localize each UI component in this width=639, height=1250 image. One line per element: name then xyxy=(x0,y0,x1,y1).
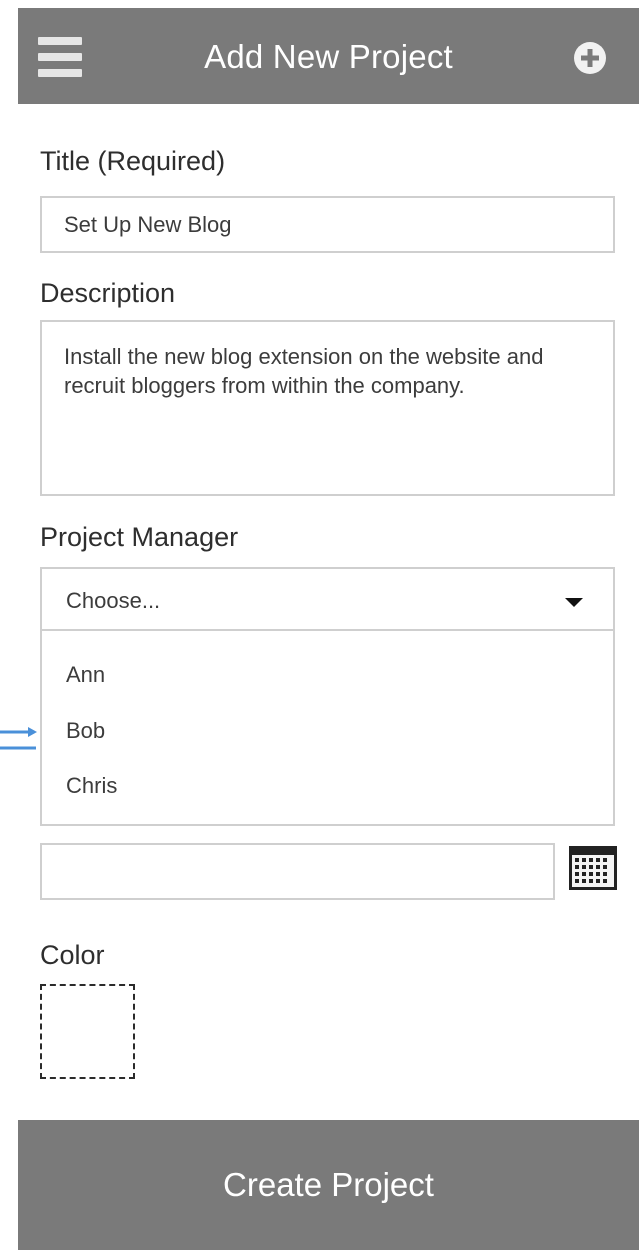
arrow-right-icon xyxy=(0,727,37,750)
plus-circle-icon[interactable] xyxy=(574,42,606,74)
date-input[interactable] xyxy=(40,843,555,900)
description-textarea[interactable]: Install the new blog extension on the we… xyxy=(40,320,615,496)
description-label: Description xyxy=(40,278,176,308)
calendar-icon[interactable] xyxy=(569,846,617,890)
create-project-button[interactable]: Create Project xyxy=(18,1120,639,1250)
header-bar: Add New Project xyxy=(18,8,639,104)
page-title: Add New Project xyxy=(204,38,453,75)
project-manager-dropdown: Ann Bob Chris xyxy=(40,631,615,826)
option-bob[interactable]: Bob xyxy=(66,718,105,744)
option-ann[interactable]: Ann xyxy=(66,662,105,688)
title-input[interactable] xyxy=(40,196,615,253)
option-chris[interactable]: Chris xyxy=(66,773,117,799)
color-picker-swatch[interactable] xyxy=(40,984,135,1079)
project-manager-select[interactable]: Choose... xyxy=(40,567,615,631)
chevron-down-icon[interactable] xyxy=(565,598,583,607)
color-label: Color xyxy=(40,940,105,970)
select-value: Choose... xyxy=(66,588,161,613)
title-label: Title (Required) xyxy=(40,146,226,176)
project-manager-label: Project Manager xyxy=(40,522,239,552)
